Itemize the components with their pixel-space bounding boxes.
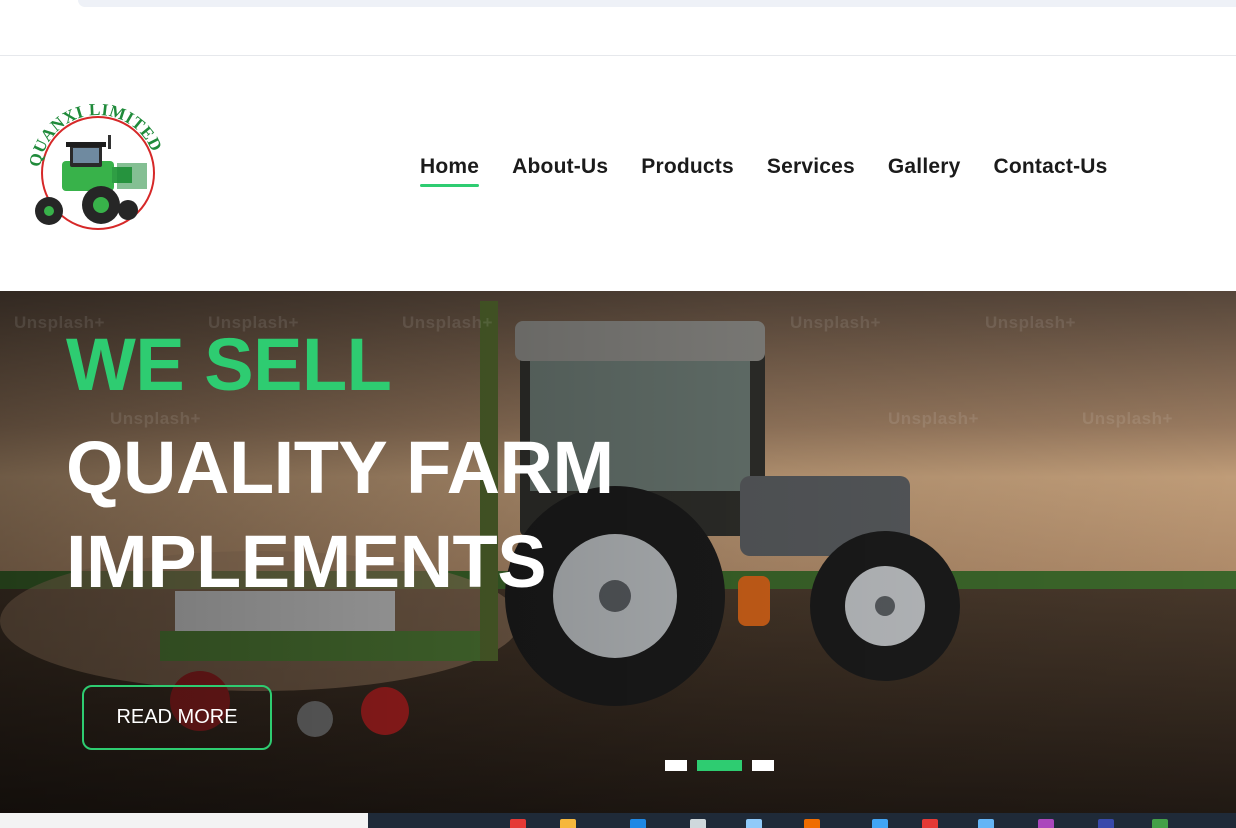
watermark-text: Unsplash+ [1082, 409, 1173, 428]
address-bar-edge [78, 0, 1236, 7]
slide-indicator-1[interactable] [665, 760, 687, 771]
watermark-text: Unsplash+ [985, 313, 1076, 332]
os-taskbar [0, 813, 1236, 828]
files-icon[interactable] [746, 819, 762, 828]
slider-indicators [665, 760, 774, 771]
slide-indicator-3[interactable] [752, 760, 774, 771]
edge-icon[interactable] [630, 819, 646, 828]
app-icon[interactable] [690, 819, 706, 828]
company-logo[interactable]: QUANXI LIMITED [22, 93, 172, 243]
site-header: QUANXI LIMITED Home About-Us Products Se… [0, 57, 1236, 291]
app-navy-icon[interactable] [1098, 819, 1114, 828]
hero-headline-line-2: IMPLEMENTS [66, 520, 547, 603]
nav-about-us[interactable]: About-Us [512, 155, 608, 185]
slide-indicator-2[interactable] [697, 760, 742, 771]
tractor-logo-icon: QUANXI LIMITED [25, 100, 166, 230]
excel-icon[interactable] [1152, 819, 1168, 828]
hero-slider: Unsplash+ Unsplash+ Unsplash+ Unsplash+ … [0, 291, 1236, 813]
nav-services[interactable]: Services [767, 155, 855, 185]
taskbar-search-area[interactable] [0, 813, 368, 828]
read-more-button[interactable]: READ MORE [82, 685, 272, 750]
nav-home[interactable]: Home [420, 155, 480, 187]
vscode-icon[interactable] [872, 819, 888, 828]
watermark-text: Unsplash+ [888, 409, 979, 428]
chrome-icon[interactable] [510, 819, 526, 828]
app-red-icon[interactable] [922, 819, 938, 828]
watermark-text: Unsplash+ [790, 313, 881, 332]
nav-products[interactable]: Products [641, 155, 734, 185]
main-nav: Home About-Us Products Services Gallery … [420, 155, 1141, 187]
nav-gallery[interactable]: Gallery [888, 155, 961, 185]
browser-top-strip [0, 0, 1236, 56]
app-blue-icon[interactable] [978, 819, 994, 828]
app-purple-icon[interactable] [1038, 819, 1054, 828]
hero-headline-line-1: QUALITY FARM [66, 426, 614, 509]
nav-contact-us[interactable]: Contact-Us [994, 155, 1108, 185]
hero-headline-accent: WE SELL [66, 323, 392, 406]
folder-icon[interactable] [560, 819, 576, 828]
hero-headline: QUALITY FARM IMPLEMENTS [66, 421, 766, 609]
watermark-text: Unsplash+ [402, 313, 493, 332]
office-icon[interactable] [804, 819, 820, 828]
